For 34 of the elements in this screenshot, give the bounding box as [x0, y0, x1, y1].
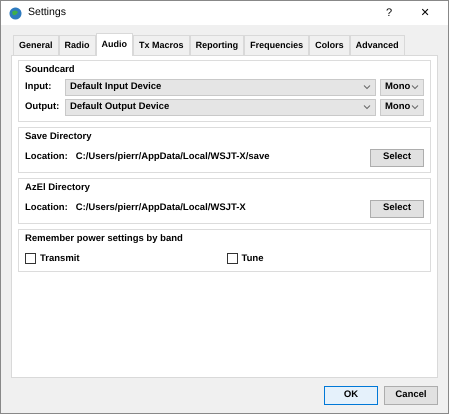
tab[interactable]: Tx Macros	[133, 35, 190, 54]
tab[interactable]: General	[13, 35, 59, 54]
app-icon	[9, 6, 22, 20]
checkbox[interactable]	[25, 253, 36, 264]
group-title: AzEl Directory	[25, 182, 91, 194]
checkbox-label: Tune	[242, 252, 264, 266]
channel-dropdown[interactable]: Mono	[380, 78, 424, 96]
help-button[interactable]: ?	[374, 4, 404, 22]
checkbox[interactable]	[226, 253, 238, 264]
tab[interactable]: Radio	[58, 35, 96, 54]
select-button[interactable]: Select	[370, 200, 424, 218]
field-label: Location:	[25, 201, 68, 216]
checkbox-label: Transmit	[40, 252, 80, 266]
field-label: Output:	[25, 100, 60, 114]
tab[interactable]: Reporting	[190, 35, 244, 54]
tab[interactable]: Colors	[309, 35, 350, 54]
channel-dropdown[interactable]: Mono	[380, 98, 424, 116]
group-title: Remember power settings by band	[25, 232, 184, 244]
path-text: C:/Users/pierr/AppData/Local/WSJT-X/save	[76, 150, 270, 164]
window-title: Settings	[28, 5, 66, 20]
device-dropdown[interactable]: Default Output Device	[65, 98, 376, 116]
tab[interactable]: Advanced	[350, 35, 405, 54]
select-button[interactable]: Select	[370, 148, 424, 166]
ok-button[interactable]: OK	[324, 386, 378, 405]
group-title: Soundcard	[25, 64, 76, 76]
path-text: C:/Users/pierr/AppData/Local/WSJT-X	[76, 201, 246, 216]
tab[interactable]: Audio	[96, 33, 134, 56]
tab[interactable]: Frequencies	[244, 35, 310, 54]
field-label: Input:	[25, 80, 52, 94]
group-title: Save Directory	[25, 130, 93, 142]
field-label: Location:	[25, 150, 68, 164]
close-button[interactable]: ✕	[410, 4, 440, 22]
device-dropdown[interactable]: Default Input Device	[65, 78, 376, 96]
cancel-button[interactable]: Cancel	[384, 386, 438, 405]
